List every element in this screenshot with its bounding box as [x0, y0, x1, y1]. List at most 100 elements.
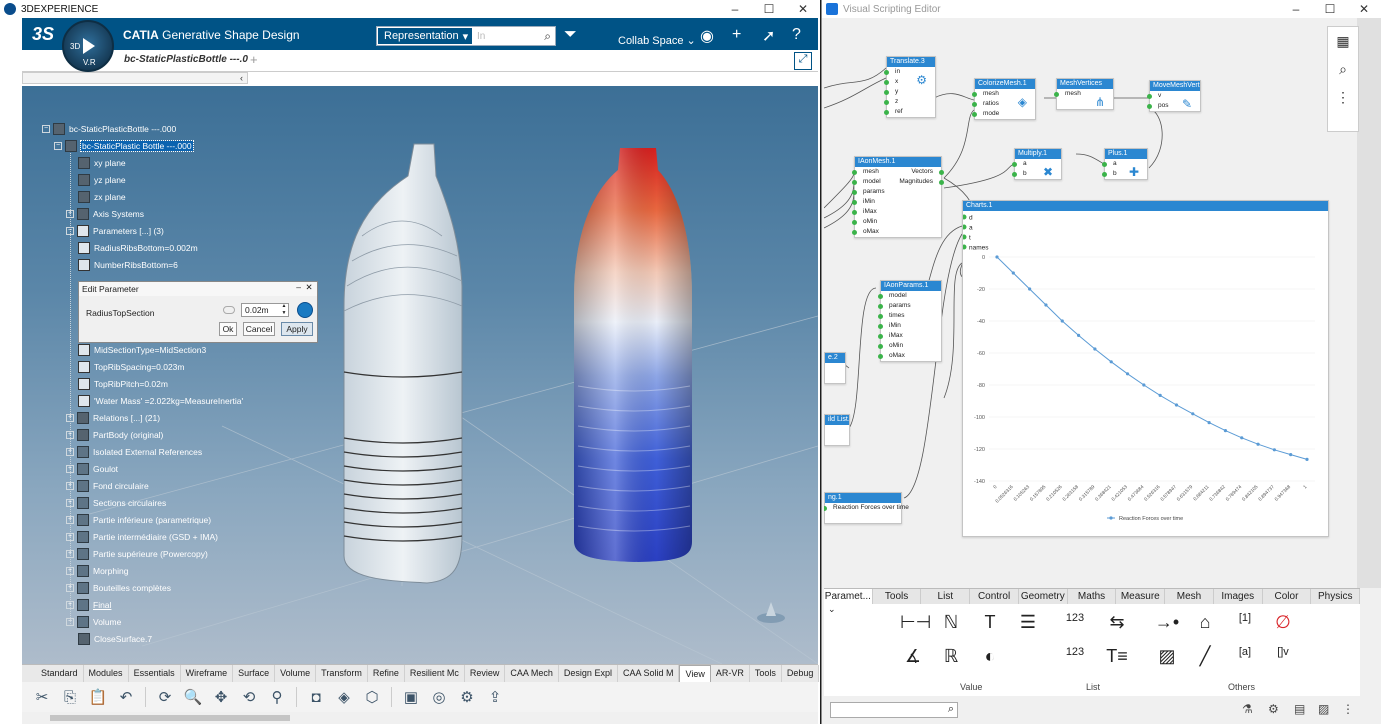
- category-tab[interactable]: List: [921, 589, 971, 604]
- more-icon[interactable]: ⋮: [1342, 702, 1354, 716]
- tree-node[interactable]: xy plane: [78, 156, 126, 170]
- index-icon[interactable]: [1]: [1232, 612, 1258, 624]
- display-icon[interactable]: ⌂: [1192, 612, 1218, 633]
- refresh-icon[interactable]: ⟳: [153, 686, 177, 708]
- expand-icon[interactable]: +: [66, 499, 74, 507]
- render-icon[interactable]: ◈: [332, 686, 356, 708]
- help-icon[interactable]: ?: [792, 26, 801, 44]
- tree-node[interactable]: + Relations [...] (21): [66, 411, 160, 425]
- expand-icon[interactable]: +: [66, 210, 74, 218]
- tree-node[interactable]: yz plane: [78, 173, 126, 187]
- input-port[interactable]: x: [883, 77, 898, 87]
- undo-icon[interactable]: ↶: [114, 686, 138, 708]
- output-icon[interactable]: →•: [1154, 612, 1180, 633]
- script-node[interactable]: ng.1 Reaction Forces over time: [824, 492, 909, 524]
- tree-node[interactable]: 'Water Mass' =2.022kg=MeasureInertia': [78, 394, 243, 408]
- horizontal-scrollbar[interactable]: [22, 712, 818, 724]
- orientation-compass-icon[interactable]: [756, 600, 786, 624]
- minimize-button[interactable]: –: [718, 0, 752, 18]
- length-param-icon[interactable]: ⊢⊣: [900, 612, 931, 633]
- tree-node[interactable]: − bc-StaticPlasticBottle ---.000: [42, 122, 176, 136]
- image-icon[interactable]: ▨: [1318, 702, 1329, 716]
- workbench-tab[interactable]: Standard: [36, 665, 84, 682]
- input-port[interactable]: ref: [884, 107, 903, 117]
- vse-maximize-button[interactable]: ☐: [1313, 0, 1347, 18]
- input-port[interactable]: ratios: [972, 99, 999, 109]
- category-tab[interactable]: Physics: [1311, 589, 1361, 604]
- scrollbar-thumb[interactable]: [50, 715, 290, 721]
- input-port[interactable]: b: [1012, 169, 1027, 179]
- input-port[interactable]: pos: [1146, 101, 1168, 111]
- tree-node[interactable]: CloseSurface.7: [78, 632, 152, 646]
- formula-icon[interactable]: [297, 302, 313, 318]
- expand-icon[interactable]: −: [66, 618, 74, 626]
- search-mode-select[interactable]: Representation ▾: [378, 28, 472, 44]
- chart-node[interactable]: Charts.1 d a t names 0 -20 -40 -60 -80 -100 -120 -14…: [962, 200, 1329, 537]
- dialog-minimize-button[interactable]: –: [296, 282, 301, 292]
- workbench-tab[interactable]: CAA Mech: [505, 665, 559, 682]
- maximize-view-icon[interactable]: ⤢: [794, 52, 812, 70]
- input-port[interactable]: a: [1012, 159, 1027, 169]
- number-list-2-icon[interactable]: 123: [1062, 646, 1088, 658]
- category-tab[interactable]: Maths: [1068, 589, 1117, 604]
- input-port[interactable]: oMin: [851, 217, 877, 227]
- workbench-tab[interactable]: AR-VR: [711, 665, 750, 682]
- text-param-icon[interactable]: ☰: [1015, 612, 1041, 633]
- cancel-button[interactable]: Cancel: [243, 322, 275, 336]
- input-port[interactable]: b: [1102, 169, 1117, 179]
- expand-icon[interactable]: +: [66, 584, 74, 592]
- tree-node[interactable]: + Partie supérieure (Powercopy): [66, 547, 208, 561]
- variable-icon[interactable]: [a]: [1232, 646, 1258, 658]
- share-icon[interactable]: ➚: [762, 26, 775, 46]
- share-icon[interactable]: ⇪: [483, 686, 507, 708]
- 3d-viewport[interactable]: − bc-StaticPlasticBottle ---.000 − bc-Stati…: [22, 86, 818, 664]
- number-list-icon[interactable]: 123: [1062, 612, 1088, 624]
- pan-icon[interactable]: ✥: [209, 686, 233, 708]
- document-tab[interactable]: bc-StaticPlasticBottle ---.0: [124, 54, 248, 65]
- workbench-tab[interactable]: Surface: [233, 665, 276, 682]
- output-port[interactable]: Vectors: [911, 167, 944, 177]
- tree-node[interactable]: − bc-StaticPlastic Bottle ---.000: [54, 139, 194, 153]
- tree-node[interactable]: TopRibPitch=0.02m: [78, 377, 168, 391]
- view-cube-icon[interactable]: ⬡: [360, 686, 384, 708]
- script-node[interactable]: ild List.2: [824, 414, 850, 446]
- save-icon[interactable]: ▣: [399, 686, 423, 708]
- new-tab-icon[interactable]: +: [250, 52, 258, 67]
- workbench-tab[interactable]: Essentials: [129, 665, 181, 682]
- input-port[interactable]: iMax: [852, 207, 877, 217]
- tree-collapse-bar[interactable]: ‹: [22, 72, 248, 84]
- line-icon[interactable]: ╱: [1192, 646, 1218, 667]
- workbench-tab[interactable]: CAA Solid M: [618, 665, 680, 682]
- category-tab[interactable]: Measure: [1116, 589, 1166, 604]
- input-port[interactable]: params: [852, 187, 885, 197]
- palette-scrollbar[interactable]: [1362, 596, 1380, 700]
- script-node[interactable]: MoveMeshVert v pos ✎: [1146, 80, 1201, 112]
- category-tab[interactable]: Control: [970, 589, 1019, 604]
- input-port[interactable]: mesh: [852, 167, 879, 177]
- input-port[interactable]: iMin: [878, 321, 901, 331]
- add-icon[interactable]: +: [732, 26, 741, 44]
- expand-icon[interactable]: +: [66, 533, 74, 541]
- user-icon[interactable]: ◉: [700, 26, 714, 46]
- expand-icon[interactable]: −: [54, 142, 62, 150]
- tree-node[interactable]: + Bouteilles complètes: [66, 581, 171, 595]
- tree-node[interactable]: + Sections circulaires: [66, 496, 166, 510]
- paste-icon[interactable]: 📋: [86, 686, 110, 708]
- script-node[interactable]: IAonMesh.1 mesh Vectors model Magnitudes para…: [851, 156, 944, 238]
- tag-icon[interactable]: ⏷: [564, 26, 577, 44]
- expand-icon[interactable]: +: [66, 567, 74, 575]
- image-icon[interactable]: ▨: [1154, 646, 1180, 667]
- colored-bottle[interactable]: [574, 148, 692, 562]
- node-graph-canvas[interactable]: Translate.3 in x y z ref ⚙ ColorizeMesh.1 mesh ra…: [824, 18, 1357, 588]
- vse-close-button[interactable]: ✕: [1347, 0, 1381, 18]
- input-port[interactable]: oMax: [878, 351, 905, 361]
- tree-node[interactable]: + Isolated External References: [66, 445, 202, 459]
- expand-icon[interactable]: +: [66, 465, 74, 473]
- script-node[interactable]: IAonParams.1 model params times iMin iMax oMin…: [877, 280, 942, 362]
- input-port[interactable]: in: [883, 67, 900, 77]
- input-port[interactable]: params: [878, 301, 911, 311]
- workbench-tab[interactable]: Transform: [316, 665, 368, 682]
- tree-node[interactable]: + Axis Systems: [66, 207, 144, 221]
- input-port[interactable]: mesh: [1054, 89, 1081, 99]
- input-port[interactable]: iMin: [852, 197, 875, 207]
